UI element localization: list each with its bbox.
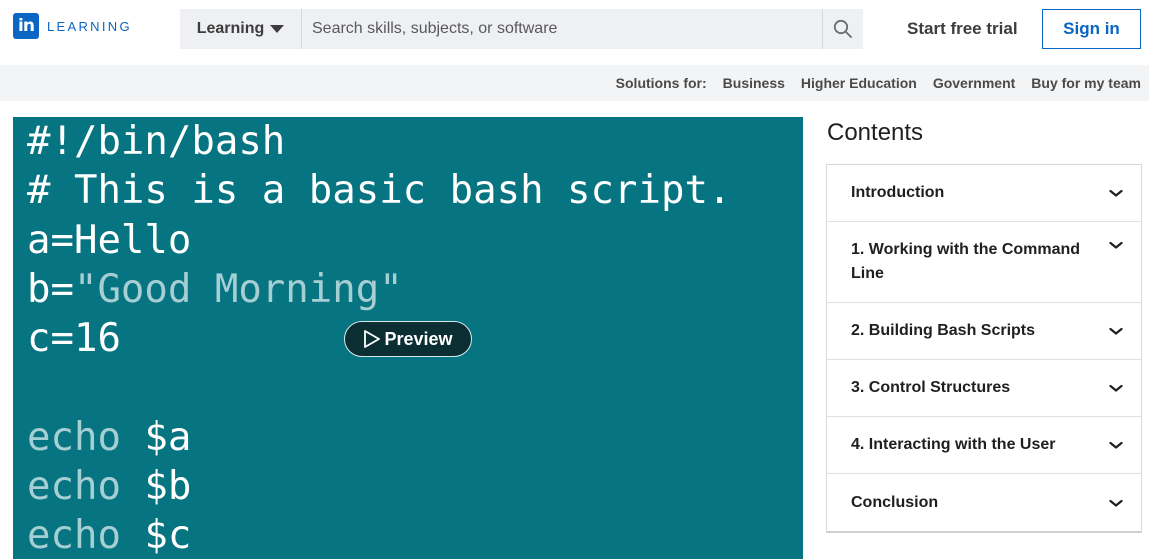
course-video-preview[interactable]: #!/bin/bash # This is a basic bash script… (13, 117, 803, 559)
code-token: # This is a basic bash script. (27, 168, 732, 214)
contents-item[interactable]: 4. Interacting with the User (827, 417, 1141, 474)
search-button[interactable] (822, 9, 863, 49)
code-token: echo (27, 414, 145, 460)
search-bar: Learning (180, 9, 863, 49)
contents-title: Contents (827, 119, 924, 146)
code-token: echo (27, 464, 145, 510)
chevron-down-icon (1109, 499, 1123, 507)
chevron-down-icon (1109, 441, 1123, 449)
contents-item[interactable]: 2. Building Bash Scripts (827, 303, 1141, 360)
code-line: echo $b (27, 462, 731, 511)
category-dropdown[interactable]: Learning (180, 9, 301, 49)
linkedin-learning-logo[interactable]: in LEARNING (13, 13, 132, 39)
code-token: $b (144, 464, 192, 510)
search-input[interactable] (301, 9, 822, 49)
category-dropdown-label: Learning (196, 20, 265, 37)
code-token: $c (144, 513, 192, 559)
code-line: echo $a (27, 413, 731, 462)
code-line: echo $c (27, 511, 731, 559)
preview-label: Preview (384, 328, 453, 349)
code-line: b="Good Morning" (27, 265, 731, 314)
chevron-down-icon (1109, 384, 1123, 392)
code-token: echo (27, 513, 145, 559)
contents-item-label: 2. Building Bash Scripts (851, 322, 1036, 339)
solutions-label: Solutions for: (615, 75, 707, 91)
top-header: in LEARNING Learning Start free trial Si… (0, 0, 1149, 65)
contents-item[interactable]: 1. Working with the Command Line (827, 222, 1141, 303)
contents-item-label: 1. Working with the Command Line (851, 241, 1081, 282)
contents-item-label: Conclusion (851, 493, 939, 511)
solutions-link-business[interactable]: Business (723, 75, 785, 91)
code-token: #!/bin/bash (27, 119, 286, 164)
contents-item-label: 4. Interacting with the User (851, 436, 1056, 453)
code-line: #!/bin/bash (27, 117, 731, 166)
preview-button[interactable]: Preview (344, 321, 472, 357)
code-token: b= (27, 266, 74, 312)
chevron-down-icon (1109, 189, 1123, 197)
code-token: "Good Morning" (73, 266, 403, 312)
code-token: c=16 (27, 316, 121, 362)
caret-down-icon (270, 25, 285, 33)
contents-item[interactable]: Conclusion (827, 474, 1141, 531)
contents-item-label: 3. Control Structures (851, 379, 1011, 396)
code-line: a=Hello (27, 216, 731, 265)
solutions-bar: Solutions for: Business Higher Education… (0, 65, 1149, 101)
chevron-down-icon (1109, 327, 1123, 335)
code-line: # This is a basic bash script. (27, 166, 731, 215)
solutions-link-higher-education[interactable]: Higher Education (801, 75, 917, 91)
search-icon (833, 19, 852, 38)
logo-wordmark: LEARNING (47, 18, 132, 34)
chevron-down-icon (1109, 241, 1123, 249)
start-free-trial-link[interactable]: Start free trial (907, 18, 1018, 40)
sign-in-button[interactable]: Sign in (1042, 9, 1141, 49)
code-token: a=Hello (27, 217, 192, 263)
contents-item[interactable]: Introduction (827, 165, 1141, 222)
contents-item-label: Introduction (851, 184, 945, 201)
linkedin-logo-icon: in (13, 13, 39, 39)
code-token: $a (144, 414, 192, 460)
solutions-link-buy-for-my-team[interactable]: Buy for my team (1031, 75, 1141, 91)
contents-item[interactable]: 3. Control Structures (827, 360, 1141, 417)
contents-list: Introduction 1. Working with the Command … (826, 164, 1142, 533)
solutions-link-government[interactable]: Government (933, 75, 1015, 91)
play-icon (364, 330, 381, 348)
